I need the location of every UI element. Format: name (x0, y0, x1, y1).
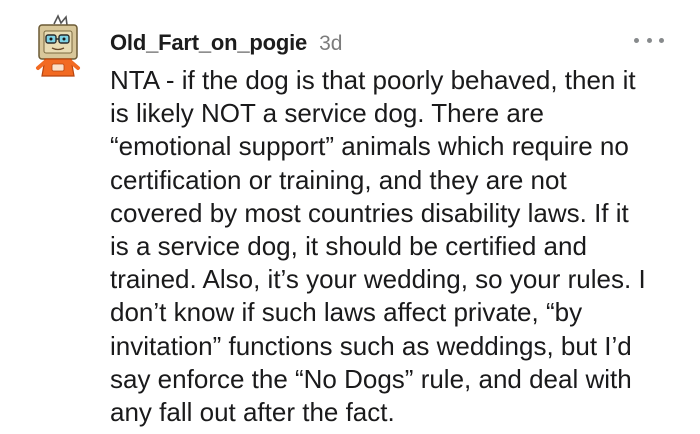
comment-line: is a service dog, it should be certified… (110, 231, 587, 262)
comment-line: certification or training, and they are … (110, 164, 567, 195)
comment-body: NTA - if the dog is that poorly behaved,… (110, 64, 670, 429)
comment-header: Old_Fart_on_pogie 3d (110, 30, 342, 56)
comment-line: don’t know if such laws affect private, … (110, 297, 583, 328)
comment-line: invitation” functions such as weddings, … (110, 330, 632, 361)
comment-timestamp: 3d (319, 32, 343, 55)
comment-line: trained. Also, it’s your wedding, so you… (110, 264, 646, 295)
comment-line: say enforce the “No Dogs” rule, and deal… (110, 363, 632, 394)
comment-line: is likely NOT a service dog. There are (110, 98, 544, 129)
comment-line: “emotional support” animals which requir… (110, 131, 629, 162)
more-dot (659, 37, 664, 43)
more-dot (634, 37, 639, 43)
user-avatar-icon[interactable] (30, 14, 88, 78)
comment: Old_Fart_on_pogie 3d NTA - if the dog is… (0, 0, 700, 434)
comment-line: NTA - if the dog is that poorly behaved,… (110, 65, 636, 95)
comment-line: covered by most countries disability law… (110, 197, 629, 228)
username-link[interactable]: Old_Fart_on_pogie (110, 30, 307, 56)
more-options-icon[interactable] (634, 32, 664, 48)
comment-line: any fall out after the fact. (110, 397, 395, 428)
more-dot (646, 37, 652, 43)
